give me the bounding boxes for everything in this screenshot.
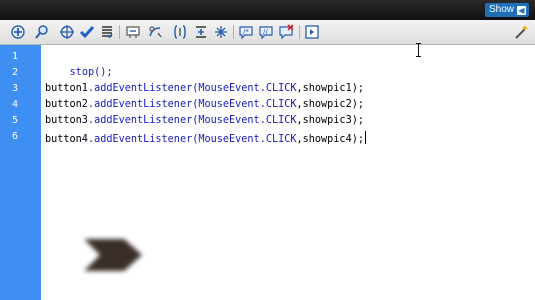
line-number-gutter: 1 2 3 4 5 6 xyxy=(0,45,41,300)
code-line-5[interactable]: button3.addEventListener(MouseEvent.CLIC… xyxy=(45,113,364,129)
code-constant: .CLICK xyxy=(259,134,297,145)
code-args: ,showpic4); xyxy=(296,134,364,145)
code-object: button1 xyxy=(45,83,88,94)
code-class: MouseEvent xyxy=(198,115,260,126)
code-class: MouseEvent xyxy=(198,83,260,94)
code-args: ,showpic1); xyxy=(296,83,364,94)
find-icon[interactable] xyxy=(34,24,50,40)
code-method: .addEventListener( xyxy=(87,83,199,94)
panel-toggle-icon: ◀ xyxy=(517,5,526,15)
show-button-label: Show xyxy=(488,4,514,15)
toolbar-separator xyxy=(299,25,300,39)
apply-block-comment-icon[interactable]: /* xyxy=(238,24,254,40)
code-line-3[interactable]: button1.addEventListener(MouseEvent.CLIC… xyxy=(45,81,364,97)
code-method: .addEventListener( xyxy=(87,115,199,126)
apply-line-comment-icon[interactable]: // xyxy=(258,24,274,40)
svg-text://: // xyxy=(263,28,268,36)
line-number: 6 xyxy=(11,131,19,142)
collapse-selection-icon[interactable] xyxy=(193,24,209,40)
code-method: .addEventListener( xyxy=(87,99,199,110)
collapse-between-braces-icon[interactable] xyxy=(172,24,188,40)
expand-all-icon[interactable] xyxy=(213,24,229,40)
toolbar-separator xyxy=(233,25,234,39)
code-object: button2 xyxy=(45,99,88,110)
actions-toolbar: /* // xyxy=(0,20,535,45)
top-bar: Show ◀ xyxy=(0,0,535,20)
code-line-4[interactable]: button2.addEventListener(MouseEvent.CLIC… xyxy=(45,97,364,113)
code-constant: .CLICK xyxy=(259,83,297,94)
show-hide-toolbox-icon[interactable] xyxy=(304,24,320,40)
check-syntax-icon[interactable] xyxy=(79,24,95,40)
script-assist-icon[interactable] xyxy=(513,24,529,40)
code-constant: .CLICK xyxy=(259,99,297,110)
ibeam-cursor-icon xyxy=(416,43,422,57)
line-number: 4 xyxy=(11,99,19,110)
code-object: button3 xyxy=(45,115,88,126)
auto-format-icon[interactable] xyxy=(99,24,115,40)
code-method: .addEventListener( xyxy=(87,134,199,145)
target-insertion-icon[interactable] xyxy=(59,24,75,40)
code-object: button4 xyxy=(45,134,88,145)
code-line-6[interactable]: button4.addEventListener(MouseEvent.CLIC… xyxy=(45,129,366,148)
code-class: MouseEvent xyxy=(198,134,260,145)
line-number: 1 xyxy=(11,51,19,62)
line-number: 3 xyxy=(11,83,19,94)
code-hint-icon[interactable] xyxy=(125,24,141,40)
code-text: stop(); xyxy=(69,67,113,78)
code-args: ,showpic2); xyxy=(296,99,364,110)
line-number: 5 xyxy=(11,115,19,126)
text-caret xyxy=(364,131,366,144)
code-args: ,showpic3); xyxy=(296,115,364,126)
svg-text:/*: /* xyxy=(243,28,249,36)
toolbar-separator xyxy=(119,25,120,39)
line-number: 2 xyxy=(11,67,19,78)
blurred-arrow-graphic xyxy=(84,239,142,271)
code-constant: .CLICK xyxy=(259,115,297,126)
code-class: MouseEvent xyxy=(198,99,260,110)
remove-comment-icon[interactable] xyxy=(278,24,294,40)
add-statement-icon[interactable] xyxy=(10,24,26,40)
debug-options-icon[interactable] xyxy=(147,24,163,40)
show-button[interactable]: Show ◀ xyxy=(484,3,529,17)
